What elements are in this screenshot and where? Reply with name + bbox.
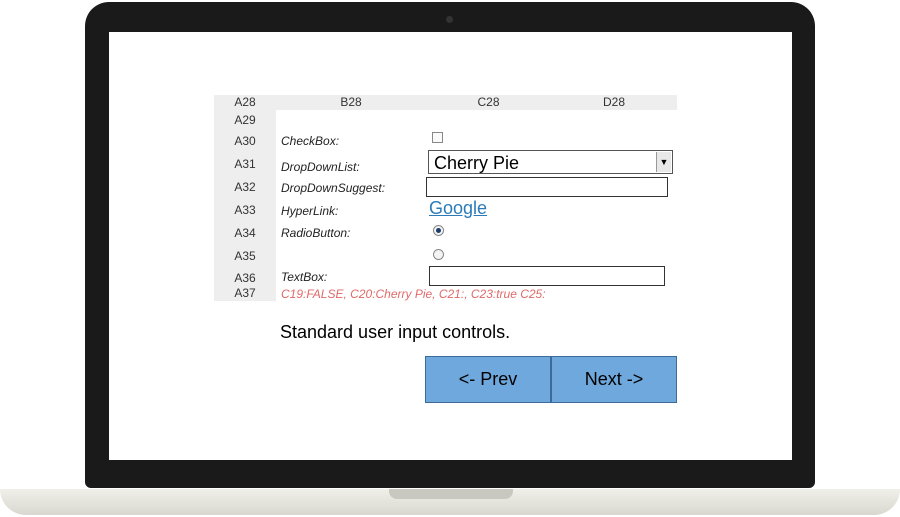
dropdown-list[interactable]: Cherry Pie ▼ xyxy=(428,150,673,174)
checkbox[interactable] xyxy=(432,132,443,143)
row-header-a29: A29 xyxy=(214,110,276,130)
row-header-a33: A33 xyxy=(214,198,276,223)
column-header-b28: B28 xyxy=(276,95,426,110)
radio-selected-dot xyxy=(436,228,441,233)
page-description: Standard user input controls. xyxy=(280,322,511,342)
column-header-a28: A28 xyxy=(214,95,276,110)
radio-button-1[interactable] xyxy=(433,225,444,236)
dropdown-list-value: Cherry Pie xyxy=(434,153,520,173)
dropdown-suggest-input[interactable] xyxy=(426,177,668,197)
column-header-d28: D28 xyxy=(551,95,677,110)
dropdown-suggest-label: DropDownSuggest: xyxy=(281,181,386,195)
prev-button[interactable]: <- Prev xyxy=(425,356,551,403)
row-header-a34: A34 xyxy=(214,223,276,243)
radio-button-2[interactable] xyxy=(433,249,444,260)
textbox-input[interactable] xyxy=(429,266,665,286)
checkbox-label: CheckBox: xyxy=(281,134,340,148)
row-header-a31: A31 xyxy=(214,152,276,177)
row-header-a30: A30 xyxy=(214,130,276,152)
next-button[interactable]: Next -> xyxy=(551,356,677,403)
status-line: C19:FALSE, C20:Cherry Pie, C21:, C23:tru… xyxy=(281,287,546,301)
google-link[interactable]: Google xyxy=(429,198,487,219)
camera-icon xyxy=(446,16,453,23)
row-header-a36: A36 xyxy=(214,269,276,287)
dropdown-list-label: DropDownList: xyxy=(281,160,360,174)
laptop-notch xyxy=(389,489,513,499)
row-header-a37: A37 xyxy=(214,287,276,301)
textbox-label: TextBox: xyxy=(281,270,328,284)
row-header-a32: A32 xyxy=(214,177,276,198)
chevron-down-icon[interactable]: ▼ xyxy=(656,152,671,172)
hyperlink-label: HyperLink: xyxy=(281,204,339,218)
screen: A28 B28 C28 D28 A29 A30 A31 A32 A33 A34 … xyxy=(109,32,792,460)
column-header-c28: C28 xyxy=(426,95,551,110)
row-header-a35: A35 xyxy=(214,243,276,269)
radio-button-label: RadioButton: xyxy=(281,226,351,240)
